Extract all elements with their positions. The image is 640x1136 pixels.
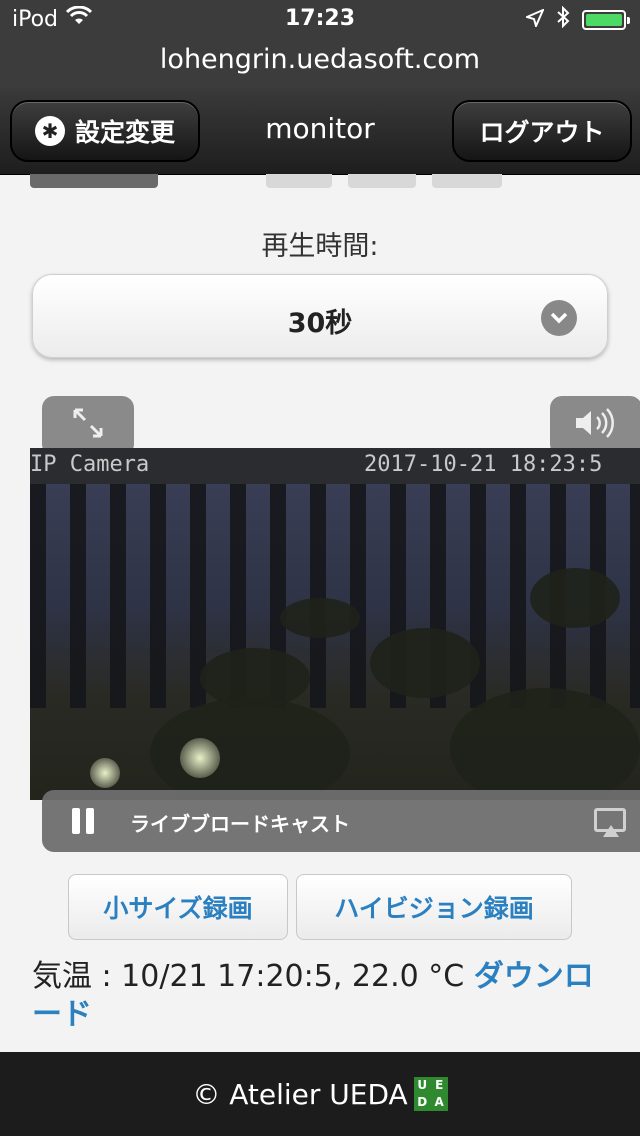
tab-stub[interactable] [266, 174, 332, 188]
live-broadcast-label: ライブブロードキャスト [130, 812, 350, 836]
footer: © Atelier UEDA UEDA [0, 1052, 640, 1136]
status-bar: iPod 17:23 [0, 0, 640, 40]
page-title: monitor [265, 112, 375, 145]
ueda-logo: UEDA [413, 1077, 448, 1111]
app-header: ✱ 設定変更 monitor ログアウト [0, 88, 640, 175]
settings-button-label: 設定変更 [74, 118, 175, 147]
tab-stub[interactable] [348, 174, 416, 188]
status-right [524, 5, 630, 33]
settings-button[interactable]: ✱ 設定変更 [10, 100, 200, 162]
url-bar[interactable]: lohengrin.uedasoft.com [0, 40, 640, 88]
volume-button[interactable] [550, 396, 640, 456]
airplay-icon[interactable] [594, 808, 626, 837]
hd-record-button[interactable]: ハイビジョン録画 [296, 874, 572, 940]
bluetooth-icon [556, 5, 570, 33]
location-icon [524, 7, 545, 32]
temperature-text: 気温 : 10/21 17:20:5, 22.0 °C [32, 959, 474, 994]
video-foliage [450, 688, 640, 800]
playback-time-select[interactable]: 30秒 [32, 274, 608, 358]
playback-time-label: 再生時間: [261, 231, 379, 262]
copyright-text: © Atelier UEDA [192, 1077, 408, 1111]
expand-icon [71, 406, 105, 447]
tab-stub[interactable] [30, 174, 158, 188]
video-light [180, 738, 220, 778]
video-foliage [370, 628, 480, 698]
player-control-bar: ライブブロードキャスト [42, 790, 640, 852]
playback-time-value: 30秒 [287, 308, 353, 339]
fullscreen-button[interactable] [42, 396, 134, 456]
battery-icon [582, 9, 630, 30]
gear-icon: ✱ [34, 116, 65, 146]
video-foliage [150, 698, 350, 800]
osd-camera-label: IP Camera [30, 452, 150, 477]
temperature-info: 気温 : 10/21 17:20:5, 22.0 °C ダウンロード [32, 958, 602, 1034]
camera-video[interactable]: IP Camera 2017-10-21 18:23:5 [30, 448, 640, 800]
small-record-button[interactable]: 小サイズ録画 [68, 874, 288, 940]
tab-stub[interactable] [432, 174, 502, 188]
chevron-down-icon [541, 300, 577, 336]
video-foliage [280, 598, 360, 638]
logout-button[interactable]: ログアウト [452, 100, 632, 162]
osd-timestamp: 2017-10-21 18:23:5 [364, 452, 603, 477]
speaker-icon [574, 407, 618, 445]
pause-icon[interactable] [72, 808, 96, 834]
video-foliage [530, 568, 620, 628]
video-light [90, 758, 120, 788]
